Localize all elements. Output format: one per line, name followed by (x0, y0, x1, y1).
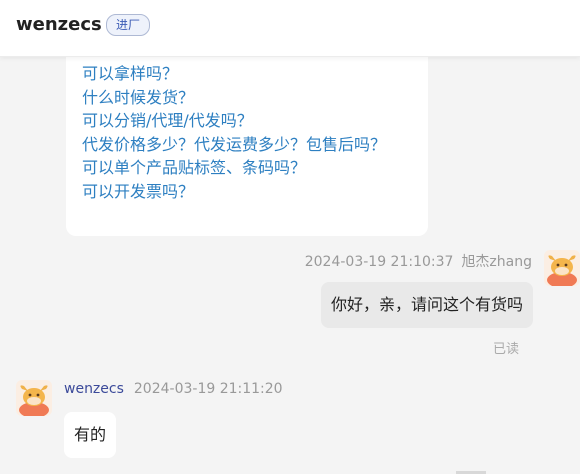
faq-item-sample[interactable]: 可以拿样吗？ (82, 62, 386, 86)
faq-item-dropship-price[interactable]: 代发价格多少？代发运费多少？包售后吗？ (82, 133, 386, 157)
cut-off-text (456, 466, 496, 474)
faq-item-labeling[interactable]: 可以单个产品贴标签、条码吗？ (82, 156, 386, 180)
message-timestamp: 2024-03-19 21:10:37 (304, 254, 454, 270)
message-timestamp: 2024-03-19 21:11:20 (133, 381, 283, 397)
sender-name: wenzecs (64, 381, 124, 397)
factory-badge[interactable]: 进厂 (106, 14, 151, 36)
faq-list: 可以拿样吗？ 什么时候发货？ 可以分销/代理/代发吗？ 代发价格多少？代发运费多… (82, 62, 386, 204)
faq-item-invoice[interactable]: 可以开发票吗？ (82, 180, 386, 204)
faq-card: 可以拿样吗？ 什么时候发货？ 可以分销/代理/代发吗？ 代发价格多少？代发运费多… (66, 40, 428, 236)
shop-name: wenzecs (16, 14, 102, 35)
faq-item-distribution[interactable]: 可以分销/代理/代发吗？ (82, 109, 386, 133)
faq-item-shipping-time[interactable]: 什么时候发货？ (82, 86, 386, 110)
message-bubble-outgoing[interactable]: 你好，亲，请问这个有货吗 (320, 282, 533, 328)
sender-name: 旭杰zhang (461, 254, 532, 270)
message-meta: 2024-03-19 21:10:37 旭杰zhang (305, 251, 532, 271)
message-bubble-incoming[interactable]: 有的 (64, 412, 117, 458)
chat-header: wenzecs 进厂 (0, 0, 580, 57)
mascot-avatar-icon[interactable] (16, 380, 52, 416)
message-meta: wenzecs 2024-03-19 21:11:20 (64, 381, 283, 397)
mascot-avatar-icon[interactable] (544, 250, 580, 286)
read-status: 已读 (493, 342, 520, 357)
